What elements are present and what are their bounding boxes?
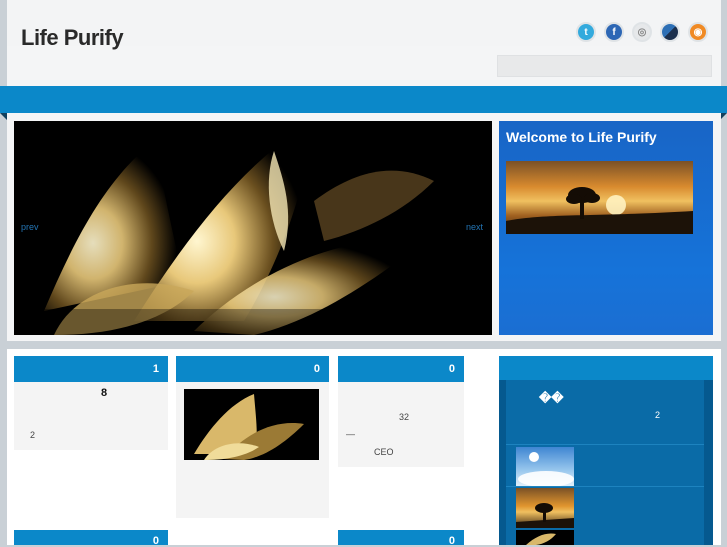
digg-icon[interactable]	[660, 22, 680, 42]
post-card-header: 0	[176, 356, 329, 382]
sidebar-title: ��	[539, 391, 564, 405]
divider	[506, 444, 704, 445]
comment-count: 0	[448, 363, 455, 375]
post-card-header: 0	[338, 530, 464, 547]
post-card-header: 0	[14, 530, 168, 547]
flower-thumbnail[interactable]	[516, 530, 574, 545]
twitter-icon[interactable]: t	[576, 22, 596, 42]
navigation-bar[interactable]	[0, 86, 727, 113]
tree-silhouette	[506, 187, 693, 234]
sun-clouds-image	[518, 452, 574, 487]
flower-image	[14, 121, 492, 335]
slider-prev-link[interactable]: prev	[21, 222, 39, 232]
divider	[506, 486, 704, 487]
rss-icon[interactable]: ◉	[688, 22, 708, 42]
post-card[interactable]: 1 8 2	[14, 356, 168, 450]
welcome-title: Welcome to Life Purify	[506, 129, 657, 145]
post-text: 8	[101, 387, 108, 399]
flower-image	[194, 394, 304, 460]
post-text: CEO	[374, 447, 394, 457]
post-text: —	[346, 429, 355, 439]
welcome-panel: Welcome to Life Purify	[499, 121, 713, 335]
post-card[interactable]: 0	[14, 530, 168, 547]
flower-image	[526, 533, 556, 545]
comment-count: 0	[313, 363, 320, 375]
sidebar-panel: �� 2	[506, 380, 704, 545]
image-slider[interactable]	[14, 121, 492, 335]
sky-thumbnail[interactable]	[516, 447, 574, 487]
sunset-image	[506, 161, 693, 234]
post-text: 2	[30, 430, 36, 440]
post-thumbnail[interactable]	[184, 389, 319, 460]
post-card-header: 0	[338, 356, 464, 382]
post-text: 32	[399, 412, 410, 422]
search-input[interactable]	[497, 55, 712, 77]
facebook-icon[interactable]: f	[604, 22, 624, 42]
post-card[interactable]: 0	[338, 530, 464, 547]
header: Life Purify	[7, 0, 721, 86]
site-logo[interactable]: Life Purify	[21, 24, 124, 52]
slider-next-link[interactable]: next	[466, 222, 483, 232]
sunset-thumbnail[interactable]	[516, 488, 574, 528]
comment-count: 1	[152, 363, 159, 375]
comment-count: 0	[152, 535, 159, 547]
post-card[interactable]: 0	[176, 356, 329, 518]
sidebar-count: 2	[655, 410, 661, 420]
post-card-header: 1	[14, 356, 168, 382]
tree-silhouette	[516, 503, 574, 528]
post-card[interactable]: 0 32 — CEO	[338, 356, 464, 467]
comment-count: 0	[448, 535, 455, 547]
sidebar-header	[499, 356, 713, 380]
sidebar: �� 2	[499, 356, 713, 545]
nav-ribbon-fold-left	[0, 113, 7, 120]
nav-ribbon-fold-right	[720, 113, 727, 120]
delicious-icon[interactable]: ◎	[632, 22, 652, 42]
